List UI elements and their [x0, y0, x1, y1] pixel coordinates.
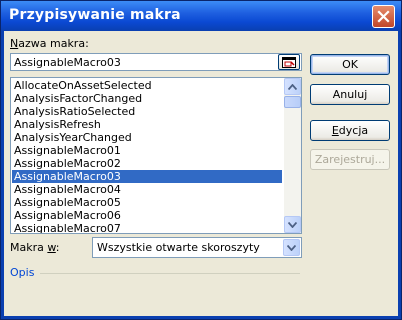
ok-button[interactable]: OK [310, 54, 390, 75]
macro-list-item[interactable]: AnalysisFactorChanged [12, 92, 282, 105]
macros-in-select[interactable]: Wszystkie otwarte skoroszyty [92, 237, 302, 258]
cancel-button[interactable]: Anuluj [310, 84, 390, 105]
macro-list-item[interactable]: AssignableMacro04 [12, 183, 282, 196]
dialog-window: Przypisywanie makra Nazwa makra: Assigna… [0, 0, 402, 320]
arrow-down-icon [288, 221, 297, 228]
macro-name-input[interactable]: AssignableMacro03 [10, 53, 302, 71]
macro-list-items: AllocateOnAssetSelected AnalysisFactorCha… [12, 79, 282, 233]
close-icon [377, 10, 390, 23]
collapse-dialog-icon [282, 56, 296, 68]
record-button: Zarejestruj... [310, 149, 390, 170]
macro-list-item[interactable]: AssignableMacro02 [12, 157, 282, 170]
macro-list-item[interactable]: AssignableMacro06 [12, 209, 282, 222]
edit-button[interactable]: Edycja [310, 120, 390, 141]
close-button[interactable] [372, 5, 395, 28]
collapse-dialog-button[interactable] [278, 54, 300, 70]
macro-list-item[interactable]: AllocateOnAssetSelected [12, 79, 282, 92]
macro-name-label: Nazwa makra: [10, 37, 89, 50]
macro-list-item[interactable]: AssignableMacro03 [12, 170, 282, 183]
arrow-up-icon [288, 83, 297, 90]
macro-list[interactable]: AllocateOnAssetSelected AnalysisFactorCha… [10, 77, 302, 234]
macros-in-value: Wszystkie otwarte skoroszyty [97, 241, 260, 254]
scroll-up-button[interactable] [284, 78, 301, 95]
macro-list-item[interactable]: AnalysisRatioSelected [12, 105, 282, 118]
macro-list-item[interactable]: AssignableMacro01 [12, 144, 282, 157]
scroll-down-button[interactable] [284, 216, 301, 233]
scroll-thumb[interactable] [284, 96, 301, 108]
description-label: Opis [10, 266, 35, 279]
dialog-title: Przypisywanie makra [9, 7, 181, 23]
macro-list-item[interactable]: AnalysisYearChanged [12, 131, 282, 144]
macro-list-item[interactable]: AssignableMacro05 [12, 196, 282, 209]
dialog-client: Nazwa makra: AssignableMacro03 AllocateO… [4, 31, 398, 316]
macro-name-value: AssignableMacro03 [14, 56, 121, 69]
macro-list-scrollbar[interactable] [284, 78, 301, 233]
macros-in-dropdown-button[interactable] [283, 239, 300, 256]
chevron-down-icon [287, 244, 296, 251]
macros-in-label: Makra w: [10, 241, 60, 254]
macro-list-item[interactable]: AssignableMacro07 [12, 222, 282, 233]
title-bar[interactable]: Przypisywanie makra [1, 1, 401, 31]
description-divider [40, 273, 300, 274]
macro-list-item[interactable]: AnalysisRefresh [12, 118, 282, 131]
